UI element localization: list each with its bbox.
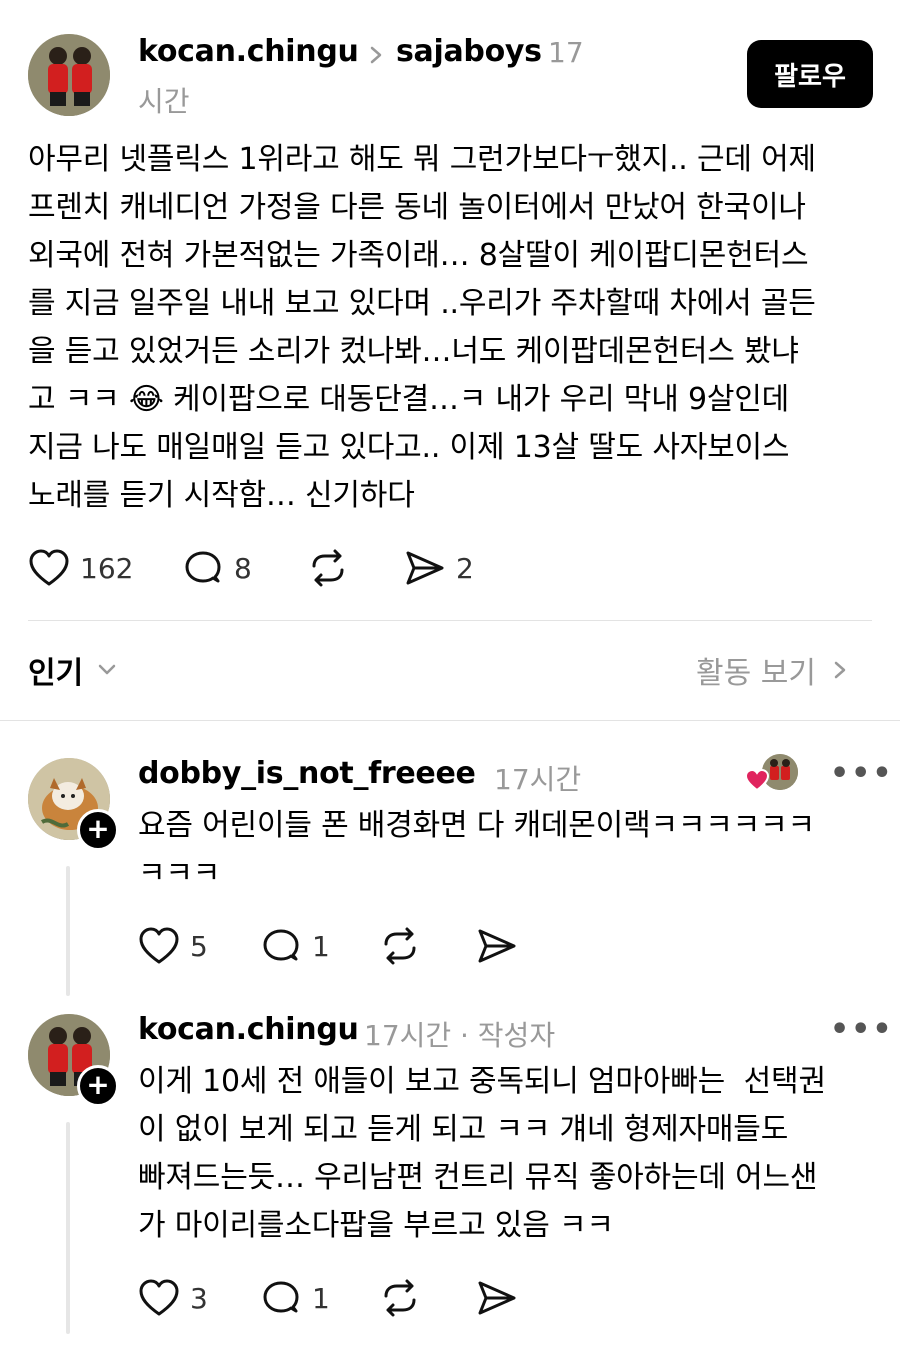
- reply-comment-count: 1: [312, 1281, 330, 1315]
- chevron-right-icon: [834, 661, 846, 679]
- send-icon: [478, 1281, 516, 1315]
- share-count: 2: [456, 551, 474, 585]
- comment-count: 8: [234, 551, 252, 585]
- author-badge: · 작성자: [460, 1019, 556, 1052]
- reply-share-button[interactable]: [476, 1276, 518, 1320]
- reply-repost-button[interactable]: [378, 924, 422, 968]
- like-count: 162: [80, 551, 134, 585]
- sort-dropdown[interactable]: 인기: [28, 648, 121, 692]
- activity-link[interactable]: 활동 보기: [696, 648, 854, 692]
- heart-icon: [139, 1279, 179, 1316]
- post-text: 아무리 넷플릭스 1위라고 해도 뭐 그런가보다ㅜ했지.. 근데 어제 프렌치 …: [28, 142, 816, 513]
- activity-label: 활동 보기: [696, 656, 816, 691]
- share-button[interactable]: 2: [404, 546, 474, 590]
- post-time-unit: 시간: [138, 85, 190, 118]
- thread-line: [66, 1122, 70, 1334]
- thread-line: [66, 866, 70, 996]
- like-button[interactable]: 162: [28, 546, 133, 590]
- reply-text: 요즘 어린이들 폰 배경화면 다 캐데몬이랙ㅋㅋㅋㅋㅋㅋ ㅋㅋㅋ: [138, 808, 815, 891]
- repost-icon: [384, 1279, 416, 1317]
- author-liked-badge: [744, 754, 800, 794]
- reply-like-button[interactable]: 5: [138, 924, 208, 968]
- heart-icon: [744, 768, 770, 792]
- repost-icon: [312, 549, 344, 587]
- comment-bubble-icon: [185, 551, 221, 583]
- reply-like-count: 3: [190, 1281, 208, 1315]
- more-options-icon[interactable]: •••: [830, 756, 894, 791]
- reply-share-button[interactable]: [476, 924, 518, 968]
- post-time-number: 17: [548, 36, 584, 69]
- reply-text: 이게 10세 전 애들이 보고 중독되니 엄마아빠는 선택권 이 없이 보게 되…: [138, 1064, 826, 1243]
- post-author-name[interactable]: kocan.chingu: [138, 34, 359, 69]
- divider: [28, 620, 872, 621]
- follow-plus-icon[interactable]: +: [77, 809, 119, 851]
- reply-comment-count: 1: [312, 929, 330, 963]
- comment-bubble-icon: [263, 929, 299, 961]
- sort-label: 인기: [28, 656, 84, 691]
- reply-like-count: 5: [190, 929, 208, 963]
- avatar-photo: [28, 34, 110, 116]
- chevron-down-icon: [98, 664, 116, 675]
- reply-time: 17시간: [494, 763, 582, 796]
- follow-button[interactable]: 팔로우: [747, 40, 873, 108]
- reply-comment-button[interactable]: 1: [260, 924, 330, 968]
- reply-comment-button[interactable]: 1: [260, 1276, 330, 1320]
- heart-icon: [29, 549, 69, 586]
- reply-time: 17시간: [364, 1019, 452, 1052]
- reply-repost-button[interactable]: [378, 1276, 422, 1320]
- send-icon: [406, 551, 444, 585]
- comment-button[interactable]: 8: [182, 546, 252, 590]
- reply-like-button[interactable]: 3: [138, 1276, 208, 1320]
- reply-author-name[interactable]: dobby_is_not_freeee: [138, 756, 476, 791]
- chevron-right-icon: [364, 40, 388, 70]
- divider: [0, 720, 900, 721]
- reply-to-name[interactable]: sajaboys: [396, 34, 542, 69]
- heart-icon: [139, 927, 179, 964]
- more-options-icon[interactable]: •••: [830, 1012, 894, 1047]
- repost-button[interactable]: [306, 546, 350, 590]
- comment-bubble-icon: [263, 1281, 299, 1313]
- follow-plus-icon[interactable]: +: [77, 1065, 119, 1107]
- post-author-avatar[interactable]: [28, 34, 110, 116]
- send-icon: [478, 929, 516, 963]
- repost-icon: [384, 927, 416, 965]
- reply-author-name[interactable]: kocan.chingu: [138, 1012, 359, 1047]
